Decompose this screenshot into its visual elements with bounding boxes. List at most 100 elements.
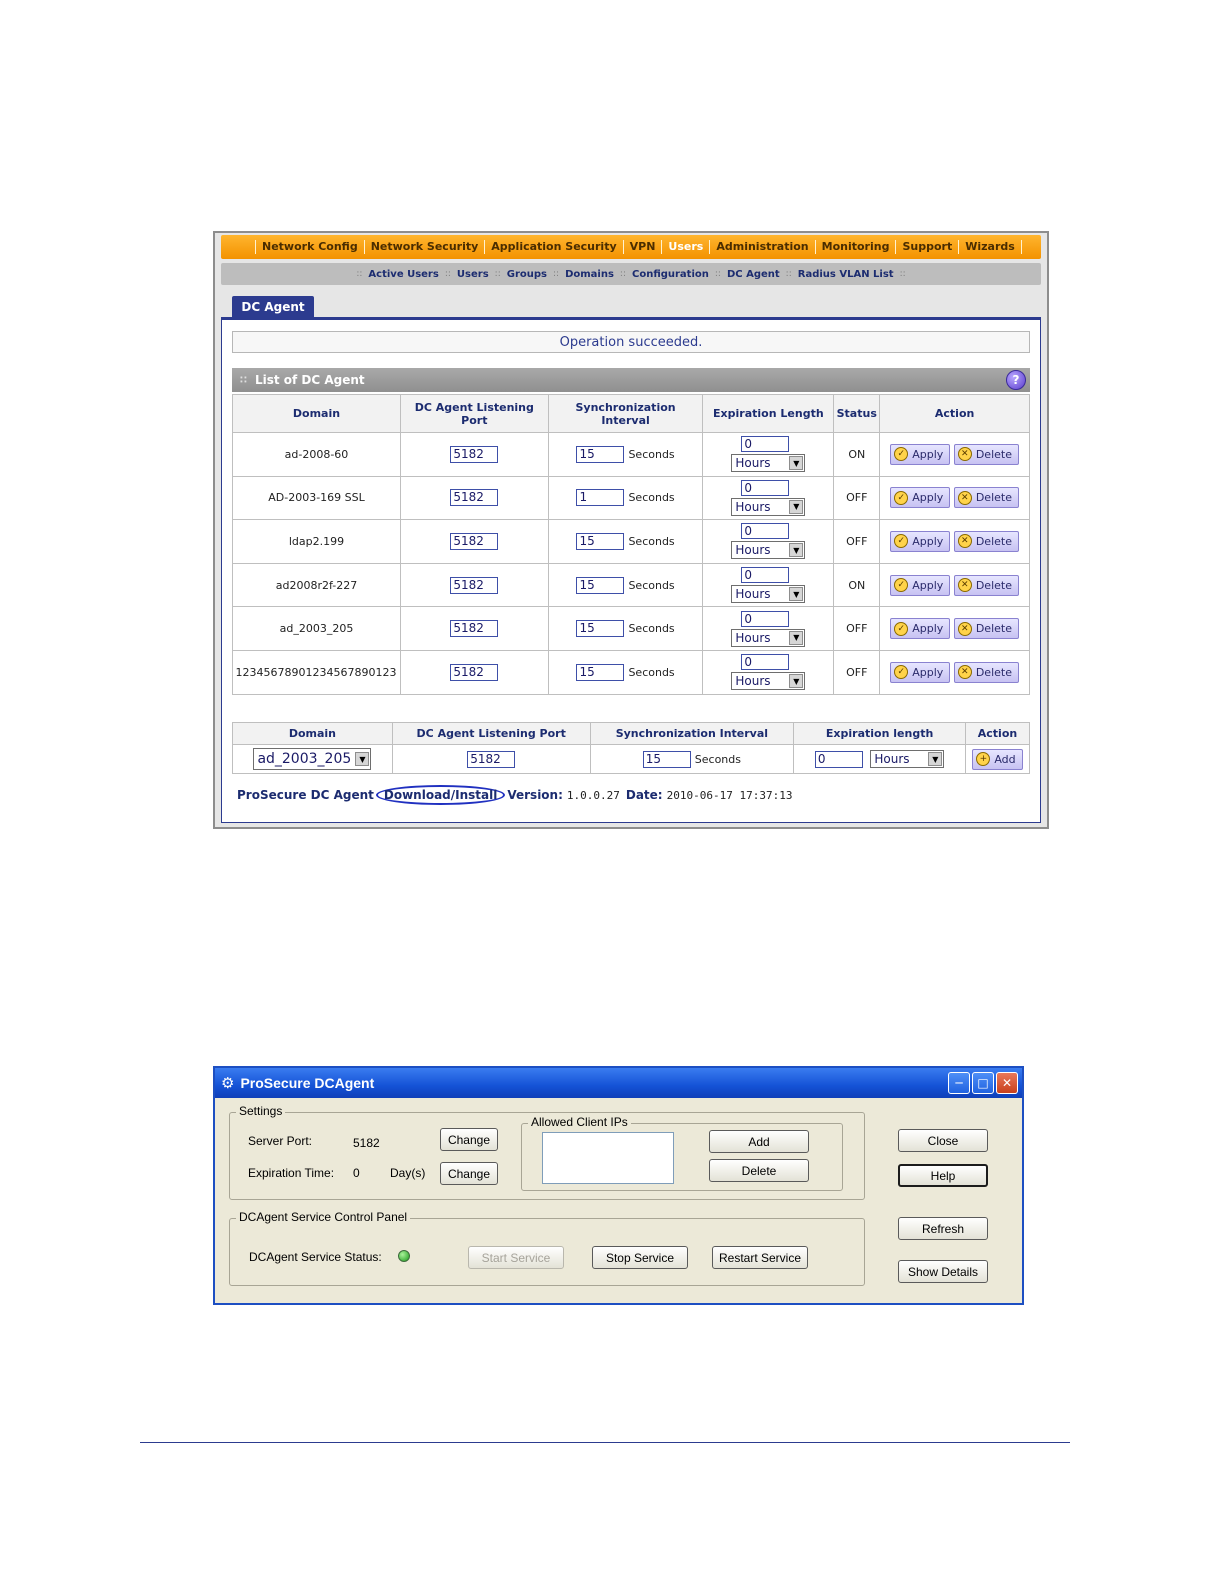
nav-application-security[interactable]: Application Security xyxy=(485,240,624,254)
subnav-users[interactable]: Users xyxy=(457,269,489,280)
unit-select[interactable]: Hours ▼ xyxy=(731,628,806,647)
help-icon[interactable]: ? xyxy=(1006,370,1026,390)
add-expiration-input[interactable]: 0 xyxy=(814,750,863,768)
apply-button[interactable]: ✓ Apply xyxy=(890,661,951,683)
col-action: Action xyxy=(879,394,1030,433)
delete-button[interactable]: ✕ Delete xyxy=(953,574,1019,596)
port-input[interactable]: 5182 xyxy=(450,576,499,594)
sync-input[interactable]: 1 xyxy=(576,489,625,507)
nav-vpn[interactable]: VPN xyxy=(624,240,663,254)
close-icon[interactable]: ✕ xyxy=(996,1072,1018,1094)
tab-dc-agent[interactable]: DC Agent xyxy=(232,296,314,317)
delete-button[interactable]: ✕ Delete xyxy=(953,618,1019,640)
version-value: 1.0.0.27 xyxy=(566,788,620,802)
unit-value: Hours xyxy=(735,543,771,558)
change-port-button[interactable]: Change xyxy=(440,1128,498,1151)
sync-input[interactable]: 15 xyxy=(576,445,625,463)
nav-users[interactable]: Users xyxy=(662,240,711,254)
add-unit-select[interactable]: Hours ▼ xyxy=(870,750,945,768)
expiration-input[interactable]: 0 xyxy=(741,610,790,627)
unit-select[interactable]: Hours ▼ xyxy=(731,454,806,473)
subnav-configuration[interactable]: Configuration xyxy=(632,269,709,280)
apply-button[interactable]: ✓ Apply xyxy=(890,530,951,552)
unit-select[interactable]: Hours ▼ xyxy=(731,672,806,691)
expiration-input[interactable]: 0 xyxy=(741,479,790,496)
sync-input[interactable]: 15 xyxy=(576,532,625,550)
add-sync-input[interactable]: 15 xyxy=(642,750,691,768)
nav-support[interactable]: Support xyxy=(896,240,960,254)
refresh-button[interactable]: Refresh xyxy=(898,1217,988,1240)
subnav-domains[interactable]: Domains xyxy=(565,269,614,280)
port-input[interactable]: 5182 xyxy=(450,532,499,550)
delete-button[interactable]: ✕ Delete xyxy=(953,443,1019,465)
subnav-active-users[interactable]: Active Users xyxy=(368,269,438,280)
expiration-input[interactable]: 0 xyxy=(741,523,790,540)
col-domain: Domain xyxy=(232,394,401,433)
col-status: Status xyxy=(833,394,881,433)
stop-service-button[interactable]: Stop Service xyxy=(592,1246,688,1269)
domain-cell: 12345678901234567890123 xyxy=(235,665,397,679)
apply-button[interactable]: ✓ Apply xyxy=(890,574,951,596)
nav-administration[interactable]: Administration xyxy=(710,240,816,254)
expiration-input[interactable]: 0 xyxy=(741,567,790,584)
subnav-separator: :: xyxy=(714,269,721,279)
port-input[interactable]: 5182 xyxy=(450,620,499,638)
add-port-input[interactable]: 5182 xyxy=(467,750,516,768)
domain-cell: AD-2003-169 SSL xyxy=(268,491,365,505)
unit-select[interactable]: Hours ▼ xyxy=(731,541,806,560)
table-row: ad-2008-60 5182 15 Seconds 0 Hours ▼ ON ✓ A… xyxy=(232,432,1030,477)
unit-select[interactable]: Hours ▼ xyxy=(731,585,806,604)
add-dc-agent-table: Domain DC Agent Listening Port Synchroni… xyxy=(232,722,1031,774)
help-button[interactable]: Help xyxy=(898,1164,988,1187)
sync-input[interactable]: 15 xyxy=(576,576,625,594)
apply-button[interactable]: ✓ Apply xyxy=(890,443,951,465)
check-circle-icon: ✓ xyxy=(894,490,909,505)
server-port-value: 5182 xyxy=(353,1136,380,1150)
expiration-group: 0 Hours ▼ xyxy=(731,436,806,473)
delete-button[interactable]: ✕ Delete xyxy=(953,487,1019,509)
apply-button[interactable]: ✓ Apply xyxy=(890,487,951,509)
chevron-down-icon: ▼ xyxy=(789,499,804,514)
download-install-link[interactable]: Download/Install xyxy=(375,785,506,805)
expiration-input[interactable]: 0 xyxy=(741,654,790,671)
sub-navigation: :: Active Users :: Users :: Groups :: Do… xyxy=(221,263,1041,285)
nav-network-security[interactable]: Network Security xyxy=(365,240,486,254)
nav-wizards[interactable]: Wizards xyxy=(959,240,1022,254)
nav-monitoring[interactable]: Monitoring xyxy=(816,240,897,254)
subnav-radius-vlan-list[interactable]: Radius VLAN List xyxy=(798,269,894,280)
change-expiration-button[interactable]: Change xyxy=(440,1162,498,1185)
sync-input[interactable]: 15 xyxy=(576,620,625,638)
restart-service-button[interactable]: Restart Service xyxy=(712,1246,808,1269)
nav-network-config[interactable]: Network Config xyxy=(255,240,365,254)
add-button[interactable]: + Add xyxy=(972,748,1023,770)
minimize-icon[interactable]: ─ xyxy=(948,1072,970,1094)
add-unit-value: Hours xyxy=(874,752,910,766)
expiration-time-value: 0 xyxy=(353,1166,360,1180)
subnav-separator: :: xyxy=(444,269,451,279)
expiration-input[interactable]: 0 xyxy=(741,436,790,453)
apply-button[interactable]: ✓ Apply xyxy=(890,618,951,640)
sync-input[interactable]: 15 xyxy=(576,663,625,681)
port-input[interactable]: 5182 xyxy=(450,445,499,463)
subnav-dc-agent[interactable]: DC Agent xyxy=(727,269,780,280)
subnav-groups[interactable]: Groups xyxy=(507,269,547,280)
delete-button[interactable]: ✕ Delete xyxy=(953,530,1019,552)
port-input[interactable]: 5182 xyxy=(450,663,499,681)
domain-select[interactable]: ad_2003_205 ▼ xyxy=(253,748,372,770)
delete-label: Delete xyxy=(975,665,1012,679)
port-input[interactable]: 5182 xyxy=(450,489,499,507)
delete-ip-button[interactable]: Delete xyxy=(709,1159,809,1182)
chevron-down-icon: ▼ xyxy=(789,456,804,471)
chevron-down-icon: ▼ xyxy=(789,587,804,602)
delete-button[interactable]: ✕ Delete xyxy=(953,661,1019,683)
start-service-button[interactable]: Start Service xyxy=(468,1246,564,1269)
show-details-button[interactable]: Show Details xyxy=(898,1260,988,1283)
chevron-down-icon: ▼ xyxy=(789,543,804,558)
maximize-icon[interactable]: □ xyxy=(972,1072,994,1094)
add-ip-button[interactable]: Add xyxy=(709,1130,809,1153)
title-bar[interactable]: ⚙ ProSecure DCAgent ─ □ ✕ xyxy=(215,1068,1022,1098)
unit-select[interactable]: Hours ▼ xyxy=(731,497,806,516)
allowed-ips-list[interactable] xyxy=(542,1132,674,1184)
service-control-legend: DCAgent Service Control Panel xyxy=(236,1210,411,1224)
close-button[interactable]: Close xyxy=(898,1129,988,1152)
